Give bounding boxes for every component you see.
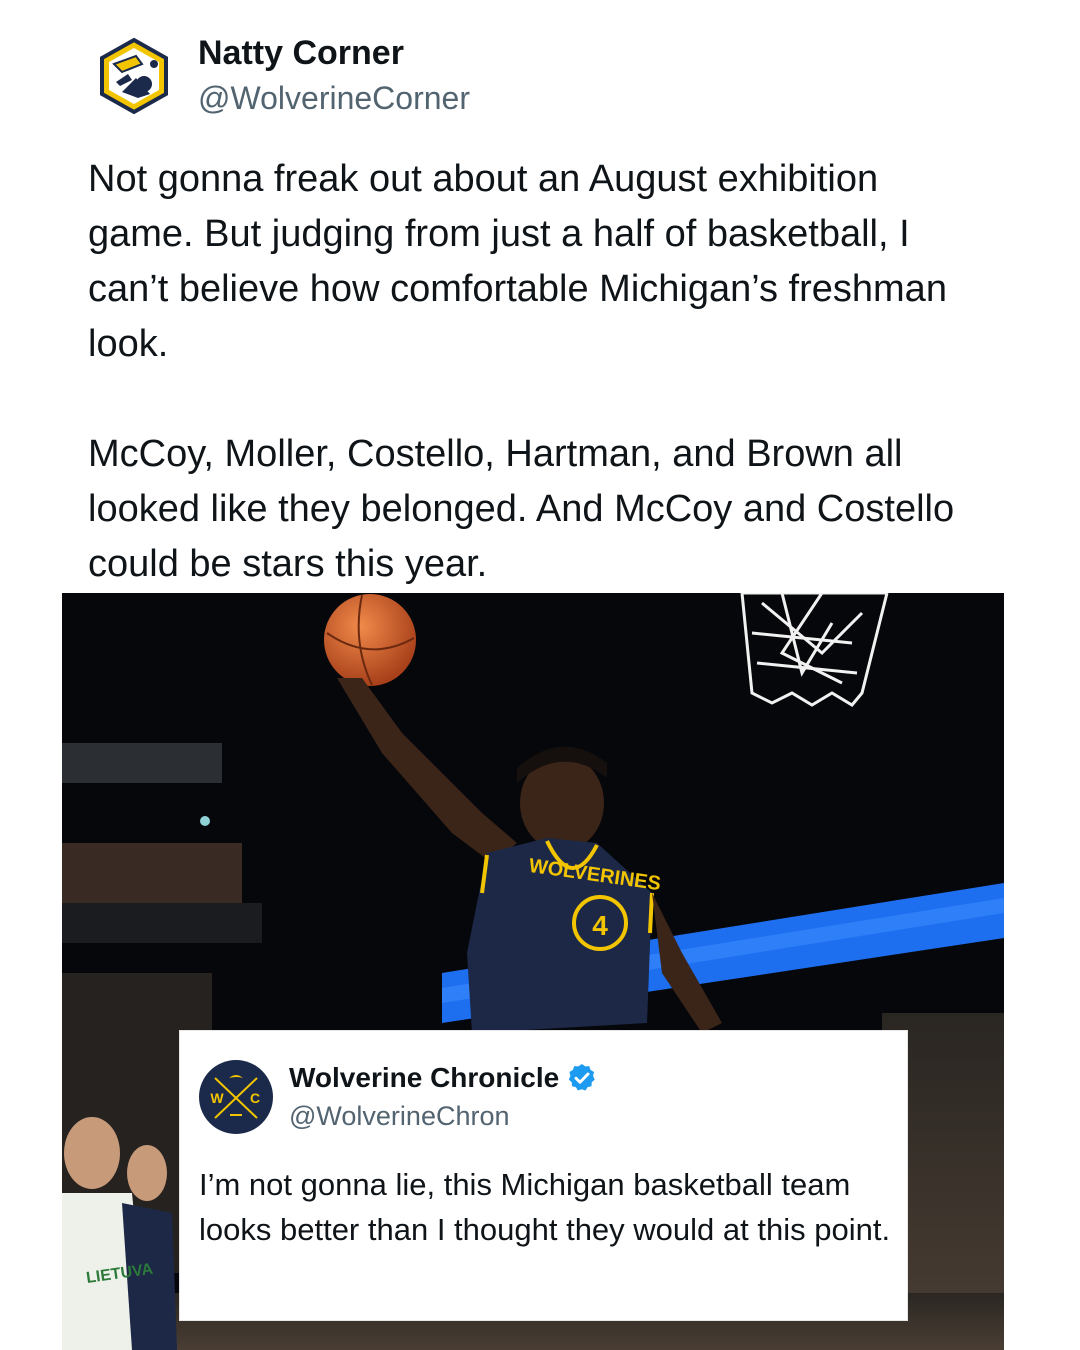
wolverine-chronicle-logo-icon: W C xyxy=(199,1060,273,1134)
verified-badge-icon xyxy=(569,1064,595,1091)
quoted-author-display-name[interactable]: Wolverine Chronicle xyxy=(289,1061,559,1095)
jersey-number: 4 xyxy=(592,910,608,941)
logo-letter-c: C xyxy=(250,1090,260,1106)
logo-letter-w: W xyxy=(210,1090,224,1106)
quoted-author-handle[interactable]: @WolverineChron xyxy=(289,1099,510,1133)
tweet-text: Not gonna freak out about an August exhi… xyxy=(88,158,955,585)
author-handle[interactable]: @WolverineCorner xyxy=(198,76,470,120)
quoted-tweet-card[interactable]: W C Wolverine Chronicle @WolverineChron … xyxy=(180,1031,907,1320)
natty-corner-avatar[interactable] xyxy=(92,34,176,118)
tweet-header: Natty Corner @WolverineCorner xyxy=(92,30,470,122)
natty-corner-logo-icon xyxy=(93,35,175,117)
wolverine-chronicle-avatar[interactable]: W C xyxy=(199,1060,273,1134)
quoted-tweet-text: I’m not gonna lie, this Michigan basketb… xyxy=(199,1167,891,1247)
author-display-name[interactable]: Natty Corner xyxy=(198,32,470,74)
